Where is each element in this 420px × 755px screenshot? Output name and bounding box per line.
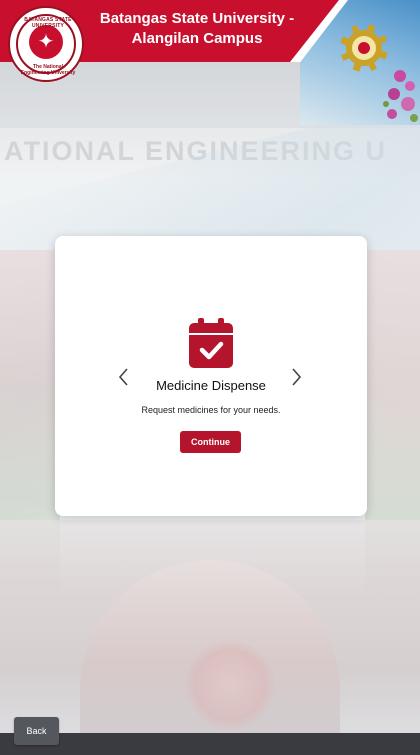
- logo-arc-top-text: BATANGAS STATE UNIVERSITY: [24, 17, 72, 29]
- header-title: Batangas State University - Alangilan Ca…: [92, 9, 302, 49]
- calendar-check-icon: [189, 318, 233, 368]
- card-title: Medicine Dispense: [156, 378, 266, 393]
- card-description: Request medicines for your needs.: [141, 405, 281, 415]
- background-seal: [185, 640, 275, 730]
- logo-star-icon: ✦: [37, 31, 55, 53]
- header-title-line1: Batangas State University -: [99, 10, 295, 27]
- header-title-line2: Alangilan Campus: [131, 30, 263, 47]
- university-seal-icon: ✦ BATANGAS STATE UNIVERSITY The National…: [8, 6, 84, 82]
- back-button[interactable]: Back: [14, 717, 59, 745]
- service-card: Medicine Dispense Request medicines for …: [55, 236, 367, 516]
- continue-button[interactable]: Continue: [180, 431, 241, 453]
- logo-arc-bottom-text: The National Engineering University: [20, 64, 76, 76]
- flowers-decoration: [383, 70, 418, 122]
- footer-bar: [0, 733, 420, 755]
